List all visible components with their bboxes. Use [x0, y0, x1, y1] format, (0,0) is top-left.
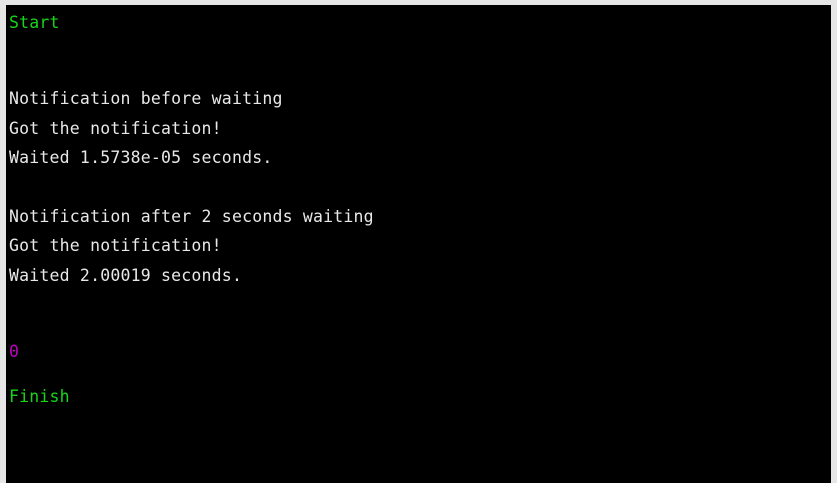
terminal-line-got-notification-1: Got the notification!: [9, 119, 222, 138]
terminal-line-waited-2: Waited 2.00019 seconds.: [9, 266, 243, 285]
terminal-line-finish: Finish: [9, 387, 70, 406]
terminal-line-notification-after: Notification after 2 seconds waiting: [9, 207, 374, 226]
terminal-line-notification-before: Notification before waiting: [9, 89, 283, 108]
terminal-output[interactable]: Start Notification before waiting Got th…: [6, 5, 831, 483]
terminal-line-exit-code: 0: [9, 342, 20, 361]
terminal-line-waited-1: Waited 1.5738e-05 seconds.: [9, 148, 273, 167]
terminal-line-start: Start: [9, 13, 60, 32]
terminal-window-frame: Start Notification before waiting Got th…: [0, 0, 837, 483]
terminal-line-got-notification-2: Got the notification!: [9, 236, 222, 255]
